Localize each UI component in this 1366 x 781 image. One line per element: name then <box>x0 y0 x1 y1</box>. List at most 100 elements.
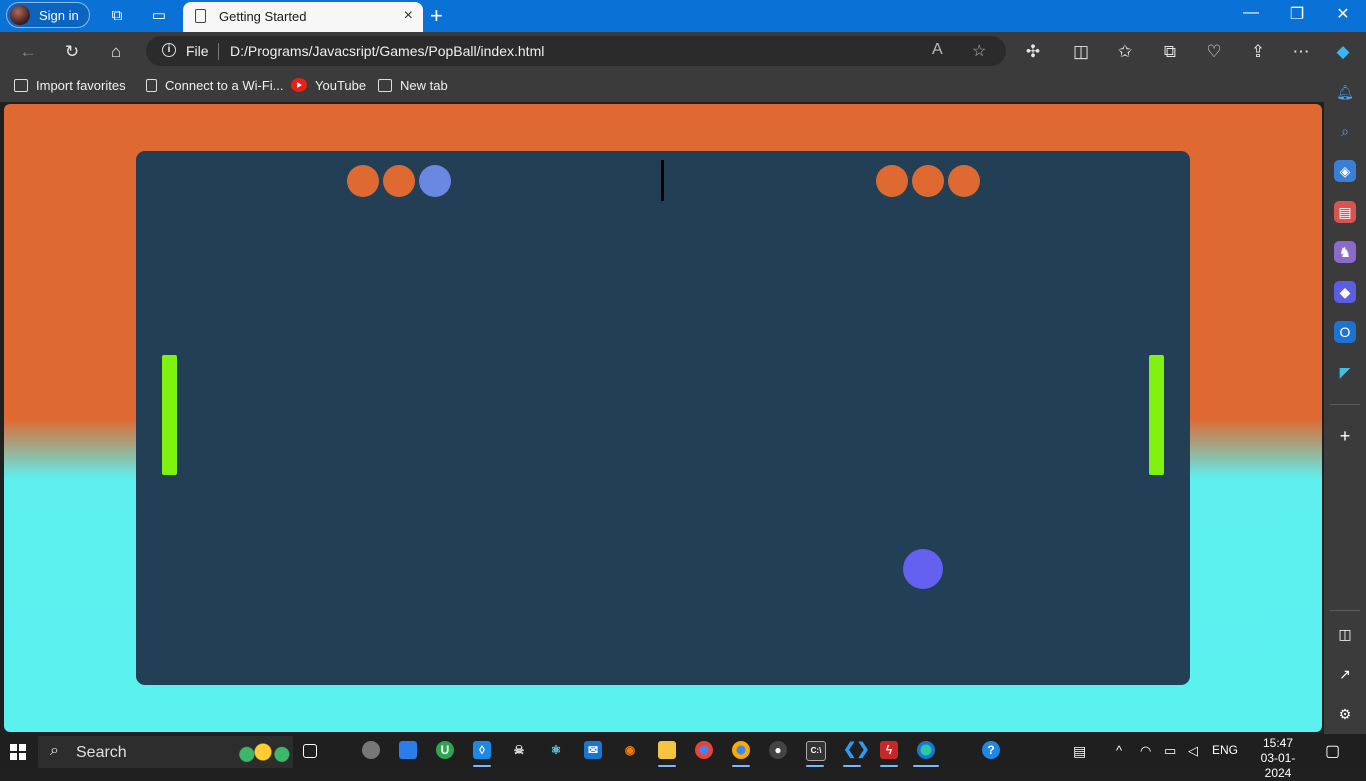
left-life-2 <box>383 165 415 197</box>
split-screen-icon[interactable]: ◫ <box>1070 41 1092 63</box>
favorites-icon[interactable]: ✩ <box>1114 41 1136 63</box>
favorite-youtube[interactable]: YouTube <box>291 78 366 93</box>
upwork-app-icon[interactable]: U <box>436 741 454 759</box>
games-icon[interactable]: ♞ <box>1334 241 1356 263</box>
volume-icon[interactable]: ◁ <box>1188 743 1198 759</box>
import-icon <box>14 79 28 92</box>
left-paddle[interactable] <box>162 355 177 475</box>
clock-app-icon[interactable] <box>362 741 380 759</box>
copilot-icon[interactable]: ◆ <box>1332 41 1354 63</box>
calendar-app-icon[interactable] <box>399 741 417 759</box>
youtube-icon <box>291 78 307 92</box>
battery-icon[interactable]: ▭ <box>1164 743 1176 759</box>
refresh-icon[interactable]: ↻ <box>61 41 83 63</box>
center-divider <box>661 160 664 201</box>
ball <box>903 549 943 589</box>
extensions-icon[interactable]: ✣ <box>1022 41 1044 63</box>
back-icon[interactable]: ← <box>17 41 39 63</box>
hotspot-app-icon[interactable]: ϟ <box>880 741 898 759</box>
minimize-button[interactable]: — <box>1228 4 1274 22</box>
chrome-canary-icon[interactable] <box>732 741 750 759</box>
left-life-3 <box>419 165 451 197</box>
news-widget-icon[interactable]: ▤ <box>1073 743 1086 760</box>
add-icon[interactable]: + <box>1334 425 1356 447</box>
favorite-star-icon[interactable]: ☆ <box>972 41 986 61</box>
address-bar[interactable]: i File D:/Programs/Javacsript/Games/PopB… <box>146 36 1006 66</box>
drop-icon[interactable]: ◤ <box>1334 361 1356 383</box>
taskbar-search[interactable]: ⌕ Search <box>38 736 293 768</box>
language-indicator[interactable]: ENG <box>1212 743 1238 757</box>
edge-browser-icon[interactable] <box>917 741 935 759</box>
navigation-bar: ← ↻ ⌂ i File D:/Programs/Javacsript/Game… <box>0 32 1366 70</box>
page-icon <box>146 79 157 92</box>
page-icon <box>195 9 206 23</box>
favorite-new-tab[interactable]: New tab <box>378 78 448 93</box>
page-viewport <box>4 104 1322 732</box>
share-icon[interactable]: ⇪ <box>1247 41 1269 63</box>
collections-icon[interactable]: ⧉ <box>1159 41 1181 63</box>
active-indicator <box>843 765 861 767</box>
file-explorer-icon[interactable] <box>658 741 676 759</box>
help-icon[interactable]: ? <box>982 741 1000 759</box>
new-tab-button[interactable]: + <box>430 3 443 29</box>
search-icon[interactable]: ⌕ <box>1334 120 1356 142</box>
info-icon[interactable]: i <box>162 43 176 57</box>
windows-start-icon[interactable] <box>10 744 26 760</box>
avatar <box>10 5 30 25</box>
maximize-button[interactable]: ❐ <box>1274 4 1320 24</box>
tab-getting-started[interactable]: Getting Started × <box>183 2 423 32</box>
home-icon[interactable]: ⌂ <box>105 41 127 63</box>
close-tab-icon[interactable]: × <box>404 7 413 25</box>
shopping-tag-icon[interactable]: ◈ <box>1334 160 1356 182</box>
right-life-1 <box>876 165 908 197</box>
active-indicator <box>880 765 898 767</box>
notifications-bell-icon[interactable]: 🔔︎ <box>1334 81 1356 103</box>
microsoft-365-icon[interactable]: ◆ <box>1334 281 1356 303</box>
chrome-icon[interactable] <box>695 741 713 759</box>
search-icon: ⌕ <box>50 742 59 759</box>
mail-app-icon[interactable]: ✉ <box>584 741 602 759</box>
notification-center-icon[interactable]: ▢ <box>1325 741 1340 761</box>
open-external-icon[interactable]: ↗ <box>1334 663 1356 685</box>
favorite-wifi[interactable]: Connect to a Wi-Fi... <box>146 78 283 93</box>
right-life-3 <box>948 165 980 197</box>
vpn-shield-icon[interactable]: ◊ <box>473 741 491 759</box>
more-menu-icon[interactable]: ⋯ <box>1290 41 1312 63</box>
show-hidden-icons-icon[interactable]: ^ <box>1116 743 1122 758</box>
active-indicator <box>913 765 939 767</box>
game-board[interactable] <box>136 151 1190 685</box>
left-life-1 <box>347 165 379 197</box>
vscode-icon[interactable]: ❮❯ <box>843 741 870 759</box>
blender-app-icon[interactable]: ◉ <box>621 741 639 759</box>
right-life-2 <box>912 165 944 197</box>
workspaces-icon[interactable]: ⧉ <box>107 6 127 26</box>
react-app-icon[interactable]: ⚛ <box>547 741 565 759</box>
sidebar-divider <box>1330 610 1360 611</box>
obs-app-icon[interactable]: ● <box>769 741 787 759</box>
wifi-icon[interactable]: ◠ <box>1140 743 1151 759</box>
read-aloud-icon[interactable]: A <box>932 41 943 59</box>
tab-actions-icon[interactable]: ▭ <box>149 6 169 26</box>
new-tab-icon <box>378 79 392 92</box>
active-indicator <box>473 765 491 767</box>
terminal-icon[interactable]: C:\ <box>806 741 826 761</box>
hide-sidebar-icon[interactable]: ◫ <box>1334 623 1356 645</box>
favorite-label: New tab <box>400 78 448 93</box>
favorite-import[interactable]: Import favorites <box>14 78 126 93</box>
right-paddle[interactable] <box>1149 355 1164 475</box>
skull-app-icon[interactable]: ☠ <box>510 741 528 759</box>
scheme-label: File <box>186 43 209 59</box>
close-window-button[interactable]: ✕ <box>1320 4 1366 24</box>
url-text[interactable]: D:/Programs/Javacsript/Games/PopBall/ind… <box>230 43 544 59</box>
favorite-label: Connect to a Wi-Fi... <box>165 78 284 93</box>
settings-gear-icon[interactable]: ⚙ <box>1334 703 1356 725</box>
browser-essentials-icon[interactable]: ♡ <box>1203 41 1225 63</box>
weather-widget-icon[interactable] <box>236 740 290 764</box>
tools-icon[interactable]: ▤ <box>1334 201 1356 223</box>
outlook-icon[interactable]: O <box>1334 321 1356 343</box>
clock-date: 03-01-2024 <box>1260 751 1296 780</box>
favorite-label: YouTube <box>315 78 367 93</box>
sign-in-button[interactable]: Sign in <box>6 2 90 28</box>
task-view-icon[interactable] <box>303 744 317 758</box>
clock[interactable]: 15:47 03-01-2024 <box>1250 736 1306 781</box>
